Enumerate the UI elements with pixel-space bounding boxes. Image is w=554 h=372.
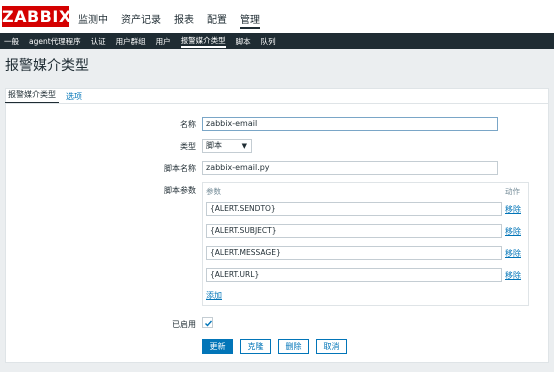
clone-button[interactable]: 克隆: [240, 339, 271, 354]
param-input-3[interactable]: {ALERT.MESSAGE}: [206, 246, 502, 260]
param-input-2[interactable]: {ALERT.SUBJECT}: [206, 224, 502, 238]
name-input[interactable]: zabbix-email: [202, 117, 498, 131]
menu-administration[interactable]: 管理: [240, 11, 260, 29]
zabbix-logo[interactable]: ZABBIX: [2, 6, 71, 27]
remove-param-3[interactable]: 移除: [505, 248, 521, 259]
script-name-input[interactable]: zabbix-email.py: [202, 161, 498, 175]
update-button[interactable]: 更新: [202, 339, 233, 354]
subnav-proxies[interactable]: agent代理程序: [29, 36, 81, 47]
script-name-label: 脚本名称: [164, 164, 196, 173]
subnav-media-types[interactable]: 报警媒介类型: [180, 35, 226, 48]
script-params-label: 脚本参数: [164, 186, 196, 195]
menu-monitoring[interactable]: 监测中: [78, 11, 108, 29]
enabled-checkbox[interactable]: [202, 317, 213, 328]
params-header: 参数: [206, 187, 221, 196]
type-label: 类型: [180, 142, 196, 151]
name-label: 名称: [180, 120, 196, 129]
menu-reports[interactable]: 报表: [174, 11, 194, 29]
check-icon: [205, 320, 213, 327]
top-bar: ZABBIX 监测中 资产记录 报表 配置 管理: [0, 0, 554, 33]
sub-nav: 一般 agent代理程序 认证 用户群组 用户 报警媒介类型 脚本 队列: [0, 33, 554, 49]
param-input-4[interactable]: {ALERT.URL}: [206, 268, 502, 282]
form-tabs: 报警媒介类型 选项: [5, 88, 89, 104]
subnav-queue[interactable]: 队列: [261, 36, 276, 47]
type-select-value: 脚本: [206, 141, 222, 150]
param-input-1[interactable]: {ALERT.SENDTO}: [206, 202, 502, 216]
remove-param-2[interactable]: 移除: [505, 226, 521, 237]
action-header: 动作: [505, 187, 520, 196]
menu-inventory[interactable]: 资产记录: [121, 11, 161, 29]
subnav-users[interactable]: 用户: [156, 36, 171, 47]
subnav-scripts[interactable]: 脚本: [236, 36, 251, 47]
main-menu: 监测中 资产记录 报表 配置 管理: [78, 11, 273, 29]
subnav-general[interactable]: 一般: [4, 36, 19, 47]
add-param-link[interactable]: 添加: [206, 290, 222, 301]
cancel-button[interactable]: 取消: [316, 339, 347, 354]
tab-divider: [5, 103, 549, 104]
menu-configuration[interactable]: 配置: [207, 11, 227, 29]
chevron-down-icon: ▼: [241, 142, 247, 150]
subnav-authentication[interactable]: 认证: [91, 36, 106, 47]
script-params-table: 参数 动作 {ALERT.SENDTO} 移除 {ALERT.SUBJECT} …: [202, 182, 529, 306]
delete-button[interactable]: 删除: [278, 339, 309, 354]
subnav-user-groups[interactable]: 用户群组: [116, 36, 146, 47]
tab-media-type[interactable]: 报警媒介类型: [5, 89, 59, 104]
enabled-label: 已启用: [172, 320, 196, 329]
page-title: 报警媒介类型: [5, 58, 89, 74]
type-select[interactable]: 脚本 ▼: [202, 139, 252, 153]
remove-param-4[interactable]: 移除: [505, 270, 521, 281]
remove-param-1[interactable]: 移除: [505, 204, 521, 215]
